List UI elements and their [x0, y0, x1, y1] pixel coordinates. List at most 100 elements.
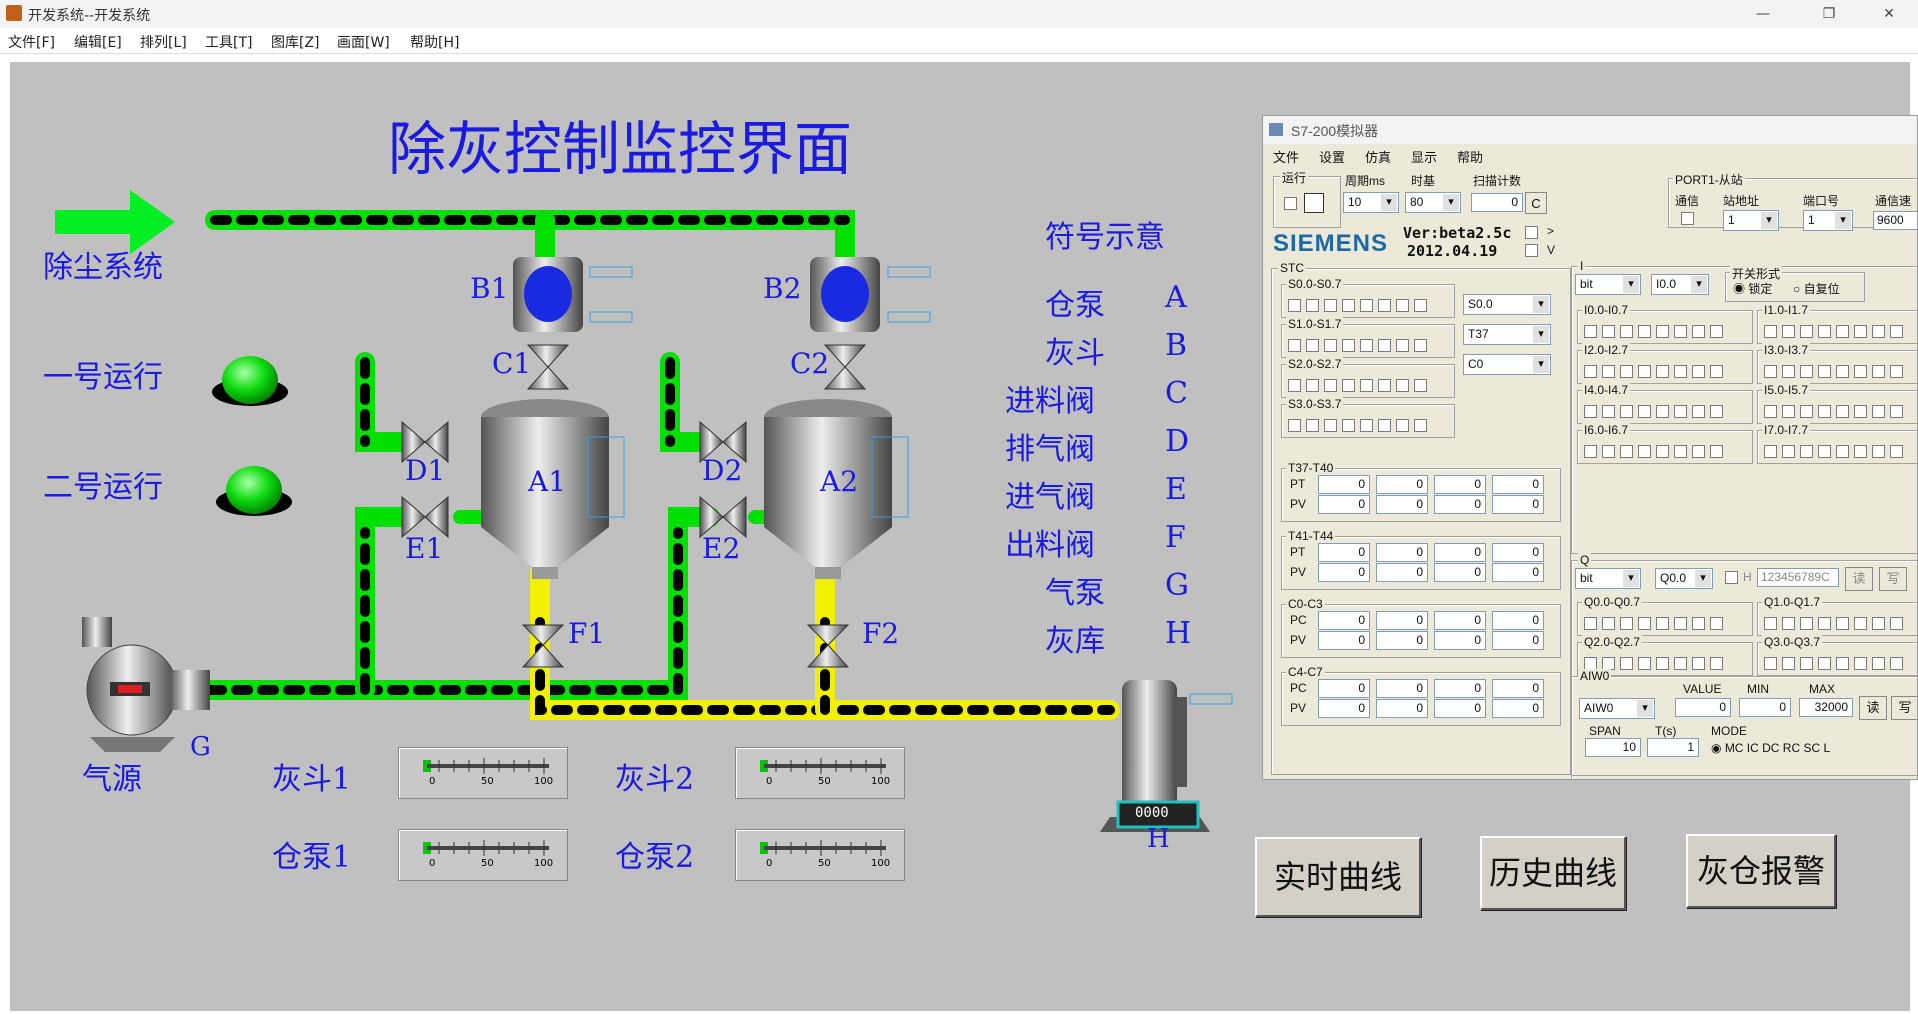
bit-checkbox[interactable]	[1324, 419, 1337, 433]
bit-checkbox[interactable]	[1872, 405, 1885, 419]
bit-checkbox[interactable]	[1306, 299, 1319, 313]
run-checkbox[interactable]	[1284, 197, 1297, 210]
bit-checkbox[interactable]	[1620, 617, 1633, 631]
bit-checkbox[interactable]	[1764, 445, 1777, 459]
timer-value[interactable]: 0	[1376, 699, 1428, 718]
bit-checkbox[interactable]	[1288, 419, 1301, 433]
bit-checkbox[interactable]	[1692, 445, 1705, 459]
bit-checkbox[interactable]	[1638, 445, 1651, 459]
bit-checkbox[interactable]	[1378, 419, 1391, 433]
bit-checkbox[interactable]	[1854, 325, 1867, 339]
bit-checkbox[interactable]	[1854, 657, 1867, 671]
sim-menu-settings[interactable]: 设置	[1319, 147, 1345, 166]
bit-checkbox[interactable]	[1890, 325, 1903, 339]
bit-checkbox[interactable]	[1782, 657, 1795, 671]
timer-value[interactable]: 0	[1492, 495, 1544, 514]
bit-checkbox[interactable]	[1818, 405, 1831, 419]
timer-value[interactable]: 0	[1434, 699, 1486, 718]
ash-alarm-button[interactable]: 灰仓报警	[1686, 834, 1836, 908]
bit-checkbox[interactable]	[1656, 445, 1669, 459]
bit-checkbox[interactable]	[1818, 617, 1831, 631]
bit-checkbox[interactable]	[1692, 617, 1705, 631]
i-type-select[interactable]: bit	[1575, 274, 1641, 295]
q-address-select[interactable]: Q0.0	[1655, 568, 1713, 589]
bit-checkbox[interactable]	[1620, 657, 1633, 671]
bit-checkbox[interactable]	[1324, 299, 1337, 313]
timer-value[interactable]: 0	[1318, 679, 1370, 698]
min-field[interactable]: 0	[1739, 698, 1791, 717]
timer-value[interactable]: 0	[1434, 475, 1486, 494]
bit-checkbox[interactable]	[1890, 405, 1903, 419]
bit-checkbox[interactable]	[1620, 325, 1633, 339]
bit-checkbox[interactable]	[1836, 365, 1849, 379]
baud-field[interactable]: 9600	[1873, 211, 1917, 230]
bit-checkbox[interactable]	[1710, 445, 1723, 459]
bit-checkbox[interactable]	[1656, 657, 1669, 671]
bit-checkbox[interactable]	[1782, 325, 1795, 339]
bit-checkbox[interactable]	[1584, 325, 1597, 339]
bit-checkbox[interactable]	[1602, 325, 1615, 339]
bit-checkbox[interactable]	[1710, 405, 1723, 419]
bit-checkbox[interactable]	[1818, 657, 1831, 671]
timer-value[interactable]: 0	[1318, 611, 1370, 630]
station-select[interactable]: 1	[1723, 210, 1779, 231]
bit-checkbox[interactable]	[1710, 657, 1723, 671]
timer-value[interactable]: 0	[1492, 699, 1544, 718]
bit-checkbox[interactable]	[1584, 365, 1597, 379]
hex-field[interactable]: 123456789C	[1757, 568, 1839, 587]
menu-arrange[interactable]: 排列[L]	[140, 32, 187, 52]
timer-value[interactable]: 0	[1318, 699, 1370, 718]
bit-checkbox[interactable]	[1656, 405, 1669, 419]
bit-checkbox[interactable]	[1854, 405, 1867, 419]
s-select[interactable]: S0.0	[1463, 294, 1551, 315]
period-select[interactable]: 10	[1343, 192, 1399, 213]
bit-checkbox[interactable]	[1414, 299, 1427, 313]
bit-checkbox[interactable]	[1306, 339, 1319, 353]
menu-tools[interactable]: 工具[T]	[205, 32, 252, 52]
timer-value[interactable]: 0	[1492, 679, 1544, 698]
bit-checkbox[interactable]	[1836, 657, 1849, 671]
timer-value[interactable]: 0	[1492, 563, 1544, 582]
bit-checkbox[interactable]	[1620, 445, 1633, 459]
bit-checkbox[interactable]	[1890, 617, 1903, 631]
mode-radios[interactable]: ◉ MC IC DC RC SC L	[1711, 741, 1830, 755]
bit-checkbox[interactable]	[1378, 339, 1391, 353]
bit-checkbox[interactable]	[1782, 405, 1795, 419]
timer-value[interactable]: 0	[1318, 475, 1370, 494]
menu-file[interactable]: 文件[F]	[8, 32, 55, 52]
bit-checkbox[interactable]	[1782, 445, 1795, 459]
bit-checkbox[interactable]	[1324, 379, 1337, 393]
bit-checkbox[interactable]	[1342, 419, 1355, 433]
minimize-button[interactable]: —	[1740, 0, 1786, 28]
bit-checkbox[interactable]	[1872, 365, 1885, 379]
timebase-select[interactable]: 80	[1405, 192, 1461, 213]
timer-value[interactable]: 0	[1318, 543, 1370, 562]
bit-checkbox[interactable]	[1584, 445, 1597, 459]
menu-edit[interactable]: 编辑[E]	[74, 32, 122, 52]
value-field[interactable]: 0	[1675, 698, 1731, 717]
bit-checkbox[interactable]	[1674, 657, 1687, 671]
bit-checkbox[interactable]	[1584, 405, 1597, 419]
bit-checkbox[interactable]	[1674, 445, 1687, 459]
bit-checkbox[interactable]	[1800, 365, 1813, 379]
bit-checkbox[interactable]	[1602, 365, 1615, 379]
bit-checkbox[interactable]	[1854, 445, 1867, 459]
bit-checkbox[interactable]	[1854, 365, 1867, 379]
bit-checkbox[interactable]	[1674, 617, 1687, 631]
q-read-button[interactable]: 读	[1845, 567, 1873, 591]
bit-checkbox[interactable]	[1360, 299, 1373, 313]
bit-checkbox[interactable]	[1890, 365, 1903, 379]
v-checkbox[interactable]	[1525, 244, 1538, 257]
bit-checkbox[interactable]	[1378, 299, 1391, 313]
maximize-button[interactable]: ❐	[1806, 0, 1852, 28]
bit-checkbox[interactable]	[1342, 339, 1355, 353]
bit-checkbox[interactable]	[1818, 445, 1831, 459]
history-curve-button[interactable]: 历史曲线	[1480, 836, 1626, 910]
bit-checkbox[interactable]	[1414, 379, 1427, 393]
timer-value[interactable]: 0	[1434, 563, 1486, 582]
timer-value[interactable]: 0	[1492, 543, 1544, 562]
bit-checkbox[interactable]	[1710, 617, 1723, 631]
t-select[interactable]: T37	[1463, 324, 1551, 345]
sim-menu-simulate[interactable]: 仿真	[1365, 147, 1391, 166]
timer-value[interactable]: 0	[1434, 679, 1486, 698]
